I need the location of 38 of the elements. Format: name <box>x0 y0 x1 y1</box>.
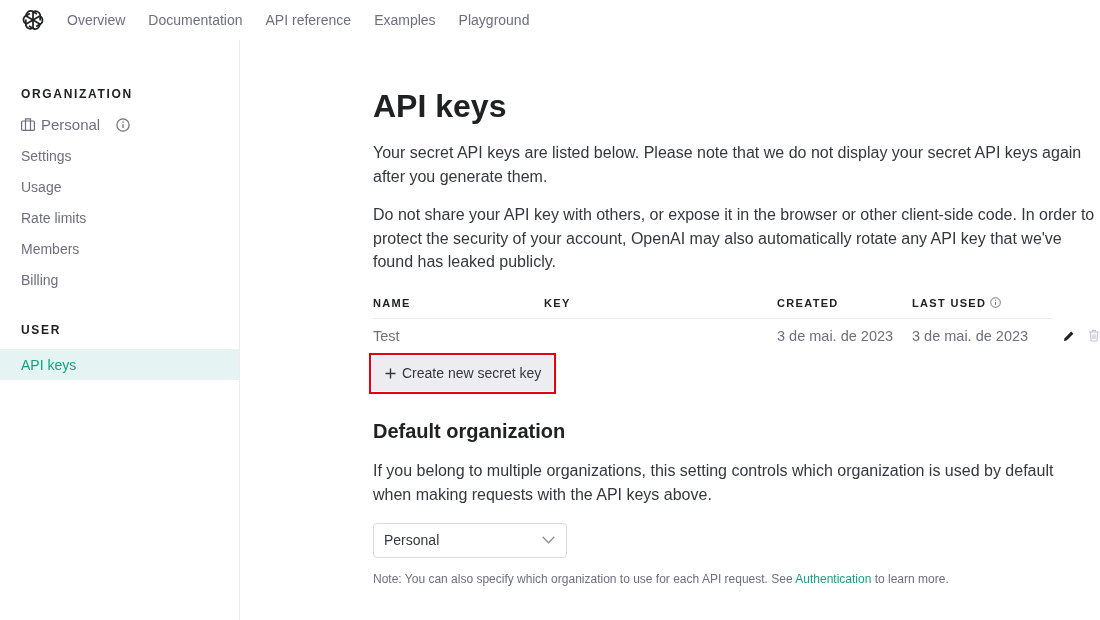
info-icon <box>116 117 131 132</box>
plus-icon <box>385 367 396 379</box>
nav-link[interactable]: Playground <box>458 12 530 28</box>
note-text: Note: You can also specify which organization to use for each API request. See Authentication to learn more. <box>373 570 949 588</box>
nav-link[interactable]: Overview <box>67 12 126 28</box>
organization-name: Personal <box>41 116 101 133</box>
nav-link[interactable]: Documentation <box>148 12 243 28</box>
sidebar-item[interactable]: Rate limits <box>0 202 239 233</box>
info-icon <box>990 297 1002 308</box>
column-header: NAME <box>373 296 411 309</box>
chevron-down-icon <box>542 536 555 544</box>
section-title: Default organization <box>373 418 566 444</box>
description-text: Your secret API keys are listed below. Please note that we do not display your secret API keys again after you generate them. <box>373 143 1083 187</box>
description-text: If you belong to multiple organizations, this setting controls which organization is used by default when making requests with the API keys above. <box>373 460 1055 505</box>
sidebar-item[interactable]: Settings <box>0 140 239 171</box>
sidebar-heading: ORGANIZATION <box>20 86 133 103</box>
table-cell: 3 de mai. de 2023 <box>912 327 1029 344</box>
sidebar-item[interactable]: Members <box>0 233 239 264</box>
nav-link[interactable]: API reference <box>265 12 352 28</box>
column-header: KEY <box>544 296 571 309</box>
knot-logo[interactable] <box>22 9 44 31</box>
briefcase-icon <box>21 118 35 131</box>
description-text: Do not share your API key with others, or expose it in the browser or other client-side code. In order to protect the security of your account, OpenAI may also automatically rotate any API key that we've found has leaked publicly. <box>373 205 1096 272</box>
column-header: CREATED <box>777 296 839 309</box>
edit-icon[interactable] <box>1063 329 1075 342</box>
sidebar-item[interactable]: Billing <box>0 264 239 295</box>
organization-item[interactable]: Personal <box>0 109 239 140</box>
table-cell: 3 de mai. de 2023 <box>777 327 894 344</box>
sidebar-item[interactable]: Usage <box>0 171 239 202</box>
page-title: API keys <box>373 87 507 126</box>
authentication-link[interactable]: Authentication <box>795 571 872 586</box>
nav-link[interactable]: Examples <box>374 12 436 28</box>
create-key-button[interactable]: Create new secret key <box>372 355 554 391</box>
table-cell: Test <box>373 327 400 344</box>
organization-select[interactable]: Personal <box>373 522 567 558</box>
sidebar-heading: USER <box>20 322 62 339</box>
column-header: LAST USED <box>912 296 987 309</box>
sidebar-item[interactable]: API keys <box>0 349 239 380</box>
